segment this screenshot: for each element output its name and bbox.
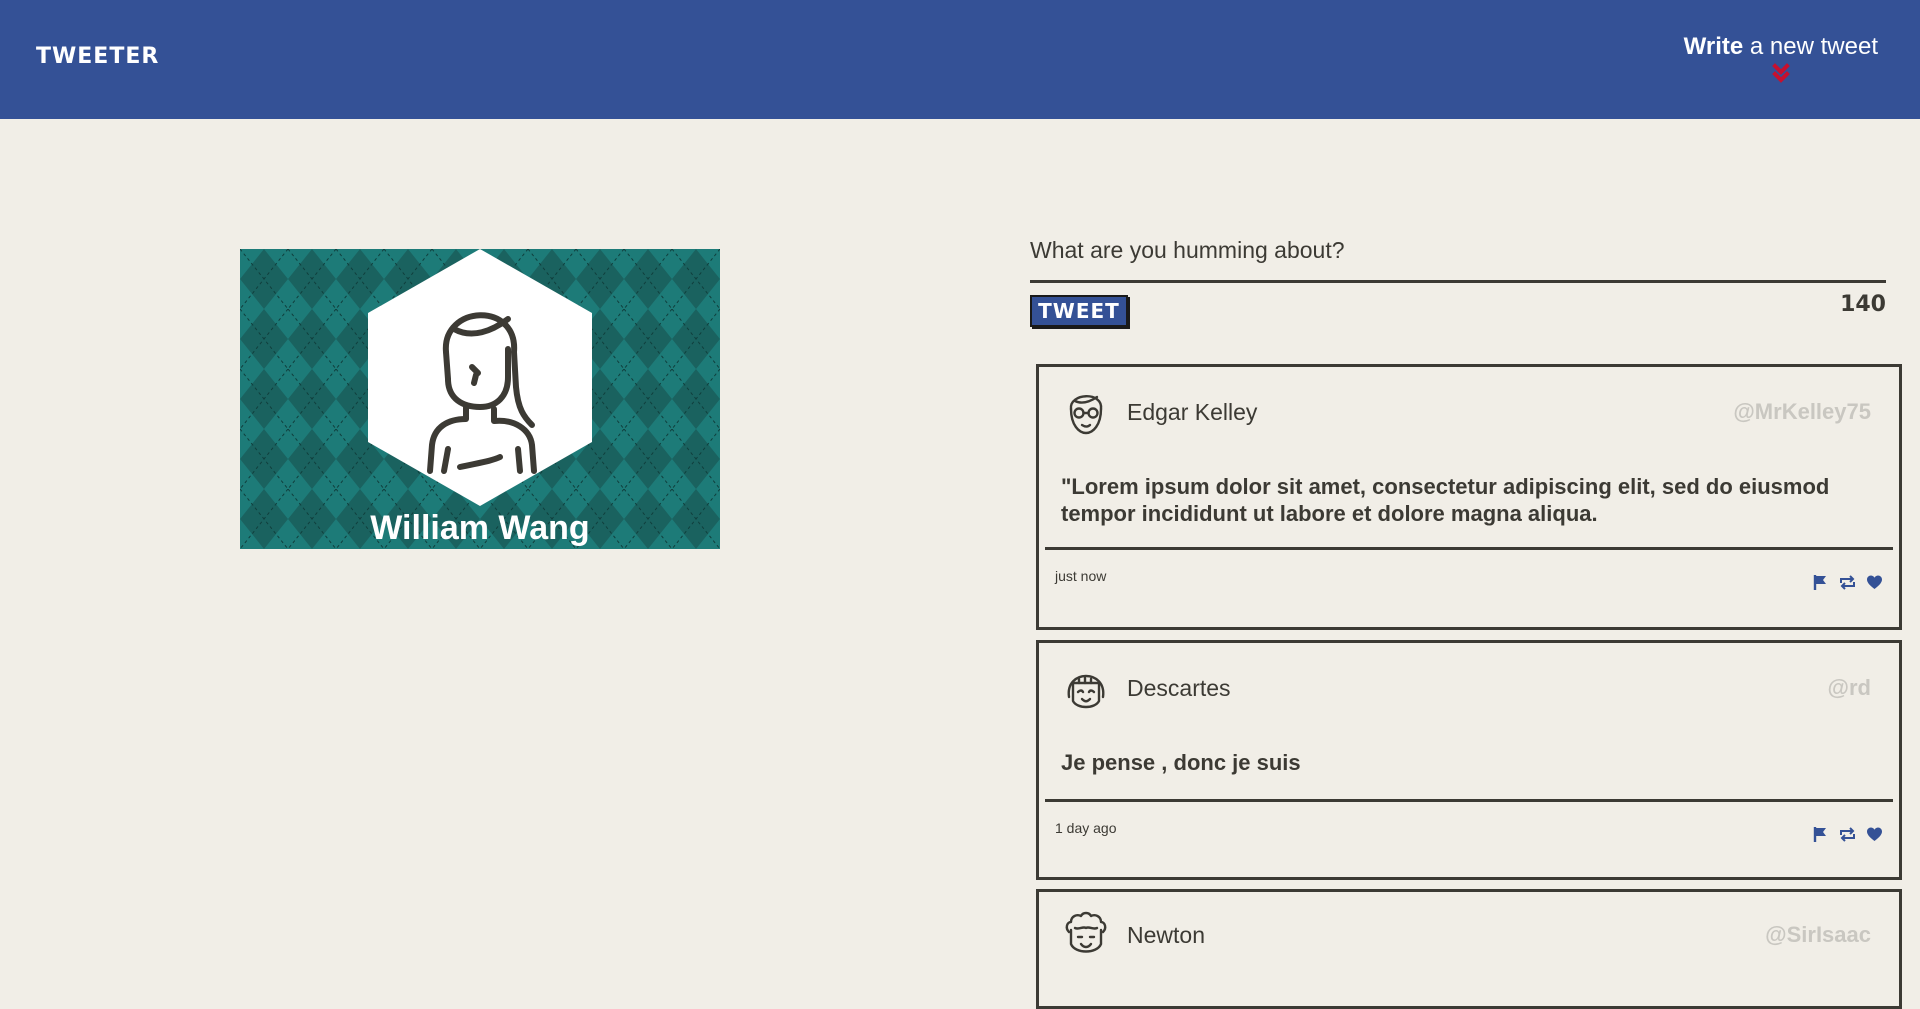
author-name: Newton [1127, 922, 1205, 948]
heart-icon[interactable] [1866, 826, 1883, 843]
author-handle: @rd [1827, 675, 1871, 700]
compose-form: TWEET 140 [1030, 220, 1886, 327]
bob-hair-avatar-icon [1067, 674, 1105, 709]
author-name: Descartes [1127, 675, 1231, 701]
glasses-man-avatar-icon [1069, 395, 1103, 435]
character-counter: 140 [1840, 292, 1886, 317]
author-handle: @SirIsaac [1765, 922, 1871, 947]
top-nav: TWEETER Write a new tweet [0, 0, 1920, 119]
tweet-card: Edgar Kelley @MrKelley75 "Lorem ipsum do… [1036, 364, 1902, 630]
tweet-content: Je pense , donc je suis [1061, 750, 1301, 775]
brand-logo[interactable]: TWEETER [36, 44, 159, 69]
retweet-icon[interactable] [1839, 826, 1856, 843]
tweet-footer: 1 day ago [1045, 799, 1893, 862]
tweet-header: Newton @SirIsaac [1039, 892, 1899, 972]
flag-icon[interactable] [1812, 574, 1829, 591]
tweet-timestamp: 1 day ago [1055, 820, 1117, 836]
tweet-input[interactable] [1030, 220, 1886, 283]
heart-icon[interactable] [1866, 574, 1883, 591]
tweet-content: "Lorem ipsum dolor sit amet, consectetur… [1061, 474, 1830, 526]
curly-hair-avatar-icon [1065, 911, 1107, 953]
tweet-card: Descartes @rd Je pense , donc je suis 1 … [1036, 640, 1902, 880]
flag-icon[interactable] [1812, 826, 1829, 843]
profile-avatar [368, 249, 592, 506]
tweet-actions [1812, 574, 1883, 591]
tweet-actions [1812, 826, 1883, 843]
tweet-card: Newton @SirIsaac [1036, 889, 1902, 1009]
double-chevron-down-icon [1771, 63, 1790, 83]
tweet-header: Descartes @rd [1039, 643, 1899, 723]
tweet-timestamp: just now [1055, 568, 1107, 584]
tweet-button[interactable]: TWEET [1030, 295, 1128, 327]
author-name: Edgar Kelley [1127, 399, 1258, 425]
profile-card: William Wang [240, 249, 720, 549]
write-new-tweet-toggle[interactable]: Write a new tweet [1684, 33, 1878, 85]
tweet-header: Edgar Kelley @MrKelley75 [1039, 367, 1899, 447]
profile-name: William Wang [370, 509, 590, 547]
tweet-footer: just now [1045, 547, 1893, 610]
retweet-icon[interactable] [1839, 574, 1856, 591]
new-tweet-label: a new tweet [1743, 33, 1878, 60]
write-label: Write [1683, 33, 1744, 60]
author-handle: @MrKelley75 [1733, 399, 1871, 424]
